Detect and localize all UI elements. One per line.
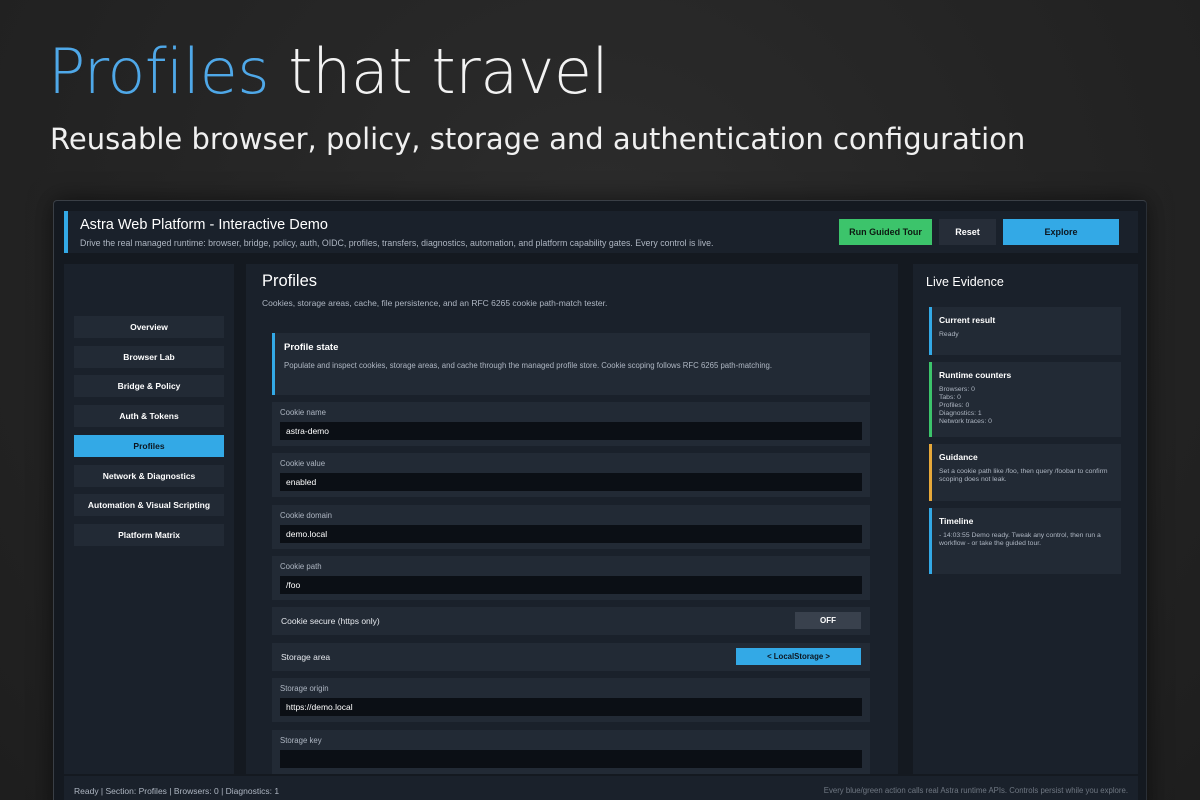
cookie-secure-label: Cookie secure (https only): [281, 616, 380, 626]
live-evidence-title: Live Evidence: [926, 275, 1004, 289]
evidence-line: Set a cookie path like /foo, then query …: [939, 468, 1108, 475]
evidence-line: Network traces: 0: [939, 418, 992, 425]
app-title: Astra Web Platform - Interactive Demo: [80, 217, 328, 233]
storage-key-field: Storage key: [272, 730, 870, 774]
evidence-line: Diagnostics: 1: [939, 410, 982, 417]
run-guided-tour-button[interactable]: Run Guided Tour: [839, 219, 932, 245]
sidebar: Overview Browser Lab Bridge & Policy Aut…: [64, 264, 234, 774]
cookie-domain-field: Cookie domain: [272, 505, 870, 549]
hero-title-rest: that travel: [269, 35, 609, 108]
storage-origin-input[interactable]: [280, 698, 862, 716]
cookie-value-label: Cookie value: [280, 459, 326, 468]
hero-title: Profiles that travel: [48, 35, 609, 108]
storage-origin-label: Storage origin: [280, 684, 329, 693]
evidence-line: scoping does not leak.: [939, 476, 1007, 483]
evidence-line: Ready: [939, 331, 959, 338]
evidence-line: Profiles: 0: [939, 402, 970, 409]
cookie-domain-input[interactable]: [280, 525, 862, 543]
evidence-card-title: Timeline: [939, 516, 974, 526]
evidence-line: Tabs: 0: [939, 394, 961, 401]
status-hint: Every blue/green action calls real Astra…: [823, 786, 1128, 795]
cookie-name-field: Cookie name: [272, 402, 870, 446]
cookie-path-input[interactable]: [280, 576, 862, 594]
storage-origin-field: Storage origin: [272, 678, 870, 722]
storage-key-label: Storage key: [280, 736, 322, 745]
evidence-card-body: Browsers: 0 Tabs: 0 Profiles: 0 Diagnost…: [939, 386, 1117, 426]
sidebar-item-profiles[interactable]: Profiles: [74, 435, 224, 457]
cookie-secure-row: Cookie secure (https only) OFF: [272, 607, 870, 635]
storage-area-select[interactable]: < LocalStorage >: [736, 648, 861, 665]
evidence-line: - 14:03:55 Demo ready. Tweak any control…: [939, 532, 1101, 539]
evidence-card-current-result: Current result Ready: [929, 307, 1121, 355]
cookie-name-label: Cookie name: [280, 408, 326, 417]
live-evidence-panel: Live Evidence Current result Ready Runti…: [913, 264, 1138, 774]
evidence-card-body: Ready: [939, 331, 1117, 339]
hero-title-accent: Profiles: [48, 35, 270, 108]
cookie-domain-label: Cookie domain: [280, 511, 333, 520]
sidebar-item-overview[interactable]: Overview: [74, 316, 224, 338]
evidence-line: workflow - or take the guided tour.: [939, 540, 1042, 547]
sidebar-item-bridge-policy[interactable]: Bridge & Policy: [74, 375, 224, 397]
evidence-card-title: Runtime counters: [939, 370, 1012, 380]
evidence-card-runtime-counters: Runtime counters Browsers: 0 Tabs: 0 Pro…: [929, 362, 1121, 437]
cookie-secure-toggle[interactable]: OFF: [795, 612, 861, 629]
cookie-value-field: Cookie value: [272, 453, 870, 497]
app-window: Astra Web Platform - Interactive Demo Dr…: [53, 200, 1147, 800]
evidence-card-guidance: Guidance Set a cookie path like /foo, th…: [929, 444, 1121, 501]
profile-state-description: Populate and inspect cookies, storage ar…: [284, 361, 773, 370]
evidence-line: Browsers: 0: [939, 386, 975, 393]
profile-state-title: Profile state: [284, 342, 339, 353]
app-header: Astra Web Platform - Interactive Demo Dr…: [64, 211, 1138, 253]
sidebar-item-auth-tokens[interactable]: Auth & Tokens: [74, 405, 224, 427]
app-subtitle: Drive the real managed runtime: browser,…: [80, 238, 714, 248]
cookie-value-input[interactable]: [280, 473, 862, 491]
cookie-path-label: Cookie path: [280, 562, 322, 571]
explore-button[interactable]: Explore: [1003, 219, 1119, 245]
reset-button[interactable]: Reset: [939, 219, 996, 245]
sidebar-item-platform-matrix[interactable]: Platform Matrix: [74, 524, 224, 546]
storage-area-row: Storage area < LocalStorage >: [272, 643, 870, 671]
profile-state-card: Profile state Populate and inspect cooki…: [272, 333, 870, 395]
evidence-card-title: Guidance: [939, 452, 978, 462]
evidence-card-timeline: Timeline - 14:03:55 Demo ready. Tweak an…: [929, 508, 1121, 574]
storage-area-label: Storage area: [281, 652, 331, 662]
status-summary: Ready | Section: Profiles | Browsers: 0 …: [74, 786, 280, 796]
evidence-card-body: Set a cookie path like /foo, then query …: [939, 468, 1117, 484]
status-bar: Ready | Section: Profiles | Browsers: 0 …: [64, 776, 1138, 800]
page-title: Profiles: [262, 272, 318, 290]
storage-key-input[interactable]: [280, 750, 862, 768]
sidebar-item-browser-lab[interactable]: Browser Lab: [74, 346, 224, 368]
cookie-name-input[interactable]: [280, 422, 862, 440]
evidence-card-title: Current result: [939, 315, 996, 325]
hero-subtitle: Reusable browser, policy, storage and au…: [50, 122, 1026, 156]
profiles-panel: Profiles Cookies, storage areas, cache, …: [246, 264, 898, 774]
evidence-card-body: - 14:03:55 Demo ready. Tweak any control…: [939, 532, 1117, 548]
sidebar-item-automation[interactable]: Automation & Visual Scripting: [74, 494, 224, 516]
sidebar-item-network-diagnostics[interactable]: Network & Diagnostics: [74, 465, 224, 487]
page-subtitle: Cookies, storage areas, cache, file pers…: [262, 298, 608, 308]
cookie-path-field: Cookie path: [272, 556, 870, 600]
